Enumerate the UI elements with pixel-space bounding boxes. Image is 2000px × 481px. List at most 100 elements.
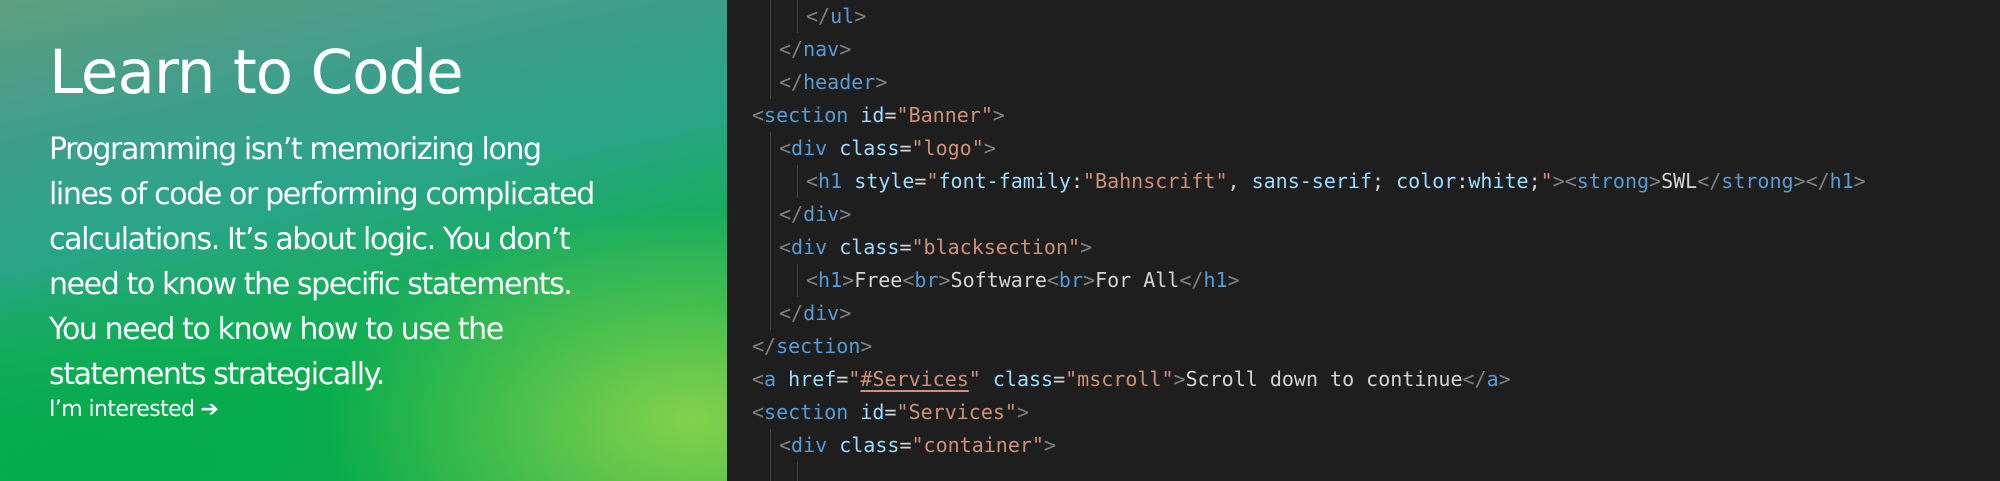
code-line[interactable]: </ul> <box>806 0 866 33</box>
code-token: "Services" <box>896 400 1017 424</box>
code-token: = <box>899 235 912 259</box>
code-token: div <box>803 202 840 226</box>
indent-guide <box>770 429 771 462</box>
code-token: header <box>803 70 876 94</box>
code-token: div <box>791 235 828 259</box>
code-token: class <box>992 367 1054 391</box>
code-token: > <box>1043 433 1056 457</box>
hero-banner: Learn to Code Programming isn’t memorizi… <box>0 0 727 481</box>
arrow-right-icon: ➔ <box>200 397 219 422</box>
code-token: ; <box>1528 169 1541 193</box>
code-token: href <box>788 367 837 391</box>
code-token: < <box>902 268 915 292</box>
code-token: </ <box>1179 268 1204 292</box>
indent-guide <box>770 231 771 264</box>
code-token: "container" <box>911 433 1044 457</box>
code-token: "mscroll" <box>1065 367 1174 391</box>
code-token: " <box>968 367 981 391</box>
code-line[interactable]: </header> <box>779 66 887 99</box>
code-token: " <box>848 367 861 391</box>
code-token: ; <box>1372 169 1397 193</box>
code-line[interactable]: </div> <box>779 198 851 231</box>
indent-guide <box>770 264 771 297</box>
code-token: : <box>1456 169 1469 193</box>
interested-link[interactable]: I’m interested ➔ <box>49 395 219 425</box>
indent-guide <box>770 66 771 99</box>
code-token: < <box>752 103 765 127</box>
code-token: > <box>938 268 951 292</box>
code-token: SWL <box>1661 169 1698 193</box>
code-token: < <box>1046 268 1059 292</box>
code-token: < <box>779 235 792 259</box>
code-token: font-family <box>938 169 1071 193</box>
code-token: class <box>839 235 900 259</box>
code-token: "Bahnscrift" <box>1083 169 1228 193</box>
code-token: </ <box>779 37 804 61</box>
code-token: > <box>1227 268 1240 292</box>
code-line[interactable]: <div class="container"> <box>779 429 1056 462</box>
code-token: </ <box>779 202 804 226</box>
indent-guide <box>770 198 771 231</box>
code-line[interactable]: <a href="#Services" class="mscroll">Scro… <box>752 363 1511 396</box>
code-token: > <box>992 103 1005 127</box>
code-token: a <box>1486 367 1499 391</box>
hero-description-line: lines of code or performing complicated <box>49 177 595 212</box>
code-line[interactable]: <section id="Banner"> <box>752 99 1005 132</box>
code-token: class <box>839 433 900 457</box>
code-line[interactable]: </div> <box>779 297 851 330</box>
code-token: >< <box>1552 169 1577 193</box>
code-token: < <box>752 400 765 424</box>
code-token: For All <box>1095 268 1180 292</box>
code-token: </ <box>779 70 804 94</box>
code-token: strong <box>1721 169 1794 193</box>
hero-description-line: calculations. It’s about logic. You don’… <box>49 222 571 257</box>
code-token: id <box>860 103 885 127</box>
code-line[interactable]: </section> <box>752 330 872 363</box>
code-token: < <box>806 169 819 193</box>
indent-guide <box>770 462 771 481</box>
code-token: > <box>1080 235 1093 259</box>
code-token: < <box>779 433 792 457</box>
code-line[interactable]: </nav> <box>779 33 851 66</box>
code-token: "blacksection" <box>911 235 1081 259</box>
code-token: class <box>839 136 900 160</box>
code-token: "Banner" <box>896 103 993 127</box>
code-token: = <box>1053 367 1066 391</box>
hero-title: Learn to Code <box>49 37 464 108</box>
code-token: </ <box>1462 367 1487 391</box>
code-token: div <box>803 301 840 325</box>
code-token: color <box>1396 169 1457 193</box>
code-token: > <box>1853 169 1866 193</box>
code-line[interactable]: <section id="Services"> <box>752 396 1029 429</box>
code-token: a <box>764 367 777 391</box>
code-line[interactable]: <div class="blacksection"> <box>779 231 1092 264</box>
indent-guide <box>770 165 771 198</box>
code-editor[interactable]: </ul> </nav> </header> <section id="Banner"… <box>727 0 2000 481</box>
code-token: id <box>860 400 885 424</box>
code-line[interactable]: <h1 style="font-family:"Bahnscrift", san… <box>806 165 1866 198</box>
code-token: white <box>1468 169 1529 193</box>
code-token: Software <box>950 268 1047 292</box>
code-token: = <box>914 169 927 193</box>
code-token: " <box>1540 169 1553 193</box>
code-token: br <box>1058 268 1084 292</box>
code-token: ul <box>830 4 855 28</box>
code-token: br <box>914 268 939 292</box>
hero-description-line: statements strategically. <box>49 357 385 392</box>
indent-guide <box>770 297 771 330</box>
code-line[interactable]: <div class="logo"> <box>779 132 996 165</box>
indent-guide <box>770 33 771 66</box>
code-token: > <box>983 136 996 160</box>
code-token: > <box>854 4 867 28</box>
indent-guide <box>797 165 798 198</box>
code-token: div <box>791 136 828 160</box>
code-token: > <box>839 301 852 325</box>
hero-description-line: need to know the specific statements. <box>49 267 573 302</box>
code-line[interactable]: <h1>Free<br>Software<br>For All</h1> <box>806 264 1240 297</box>
